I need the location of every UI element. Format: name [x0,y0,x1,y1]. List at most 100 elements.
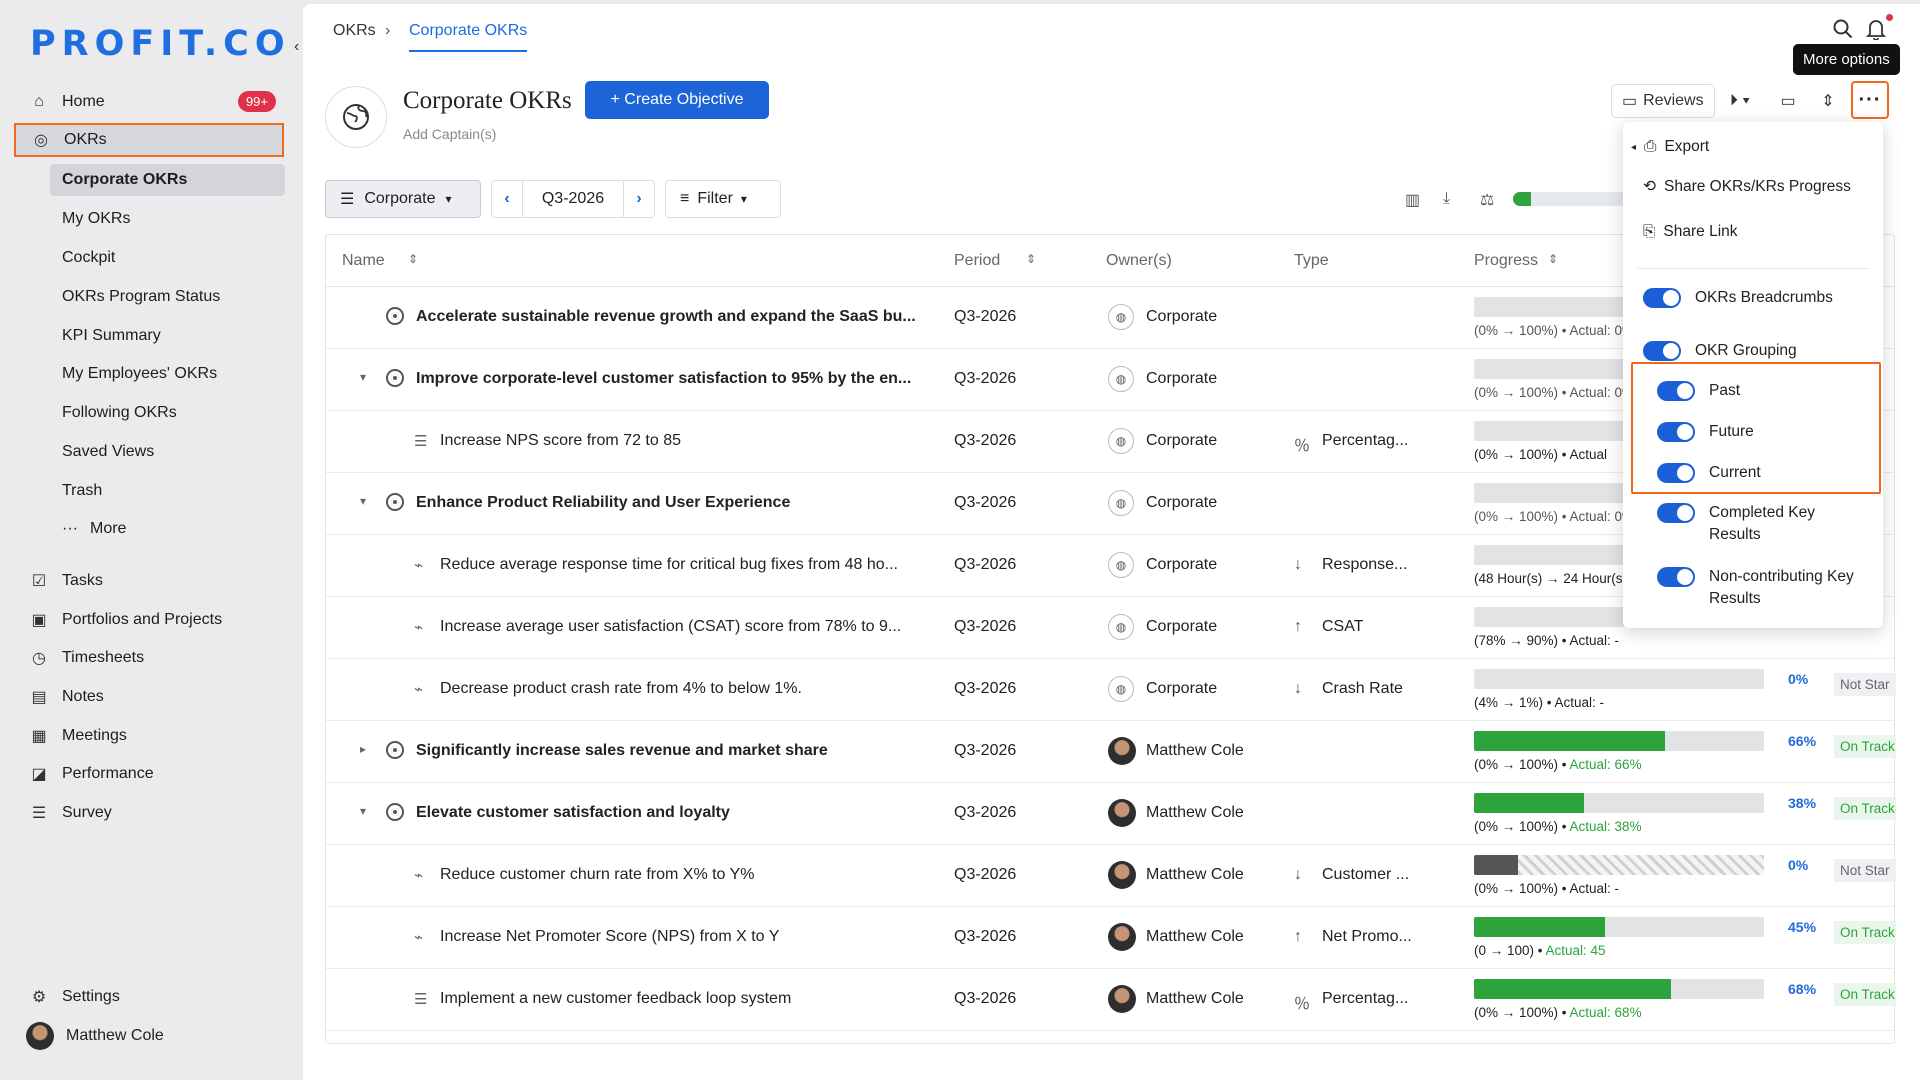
toggle-completed-krs[interactable]: Completed Key Results [1657,502,1867,546]
balance-icon[interactable]: ⚖ [1480,190,1494,210]
okr-name[interactable]: Elevate customer satisfaction and loyalt… [416,804,730,822]
expand-collapse-icon[interactable]: ⇕ [1813,84,1843,118]
okr-name[interactable]: Improve corporate-level customer satisfa… [416,370,911,388]
toggle-noncontributing-krs[interactable]: Non-contributing Key Results [1657,566,1867,610]
table-row[interactable]: ⌁ Increase Net Promoter Score (NPS) from … [326,907,1896,969]
sidebar-item-home[interactable]: ⌂ Home 99+ [14,85,284,119]
sort-icon[interactable]: ⇕ [1548,252,1558,266]
table-row[interactable]: ▾ Elevate customer satisfaction and loyal… [326,783,1896,845]
sidebar-item-okrs[interactable]: ◎ OKRs [14,123,284,157]
caret-down-icon[interactable]: ▾ [360,370,366,384]
col-period[interactable]: Period [954,252,1000,270]
toggle-switch[interactable] [1657,463,1695,483]
filter-button[interactable]: ≡ Filter ▾ [665,180,781,218]
sort-icon[interactable]: ⇕ [408,252,418,266]
okr-owner[interactable]: Corporate [1146,618,1217,636]
sidebar-sub-saved-views[interactable]: Saved Views [50,436,285,468]
target-icon: ◎ [34,132,48,149]
toggle-switch[interactable] [1657,503,1695,523]
user-profile[interactable]: Matthew Cole [26,1022,164,1050]
download-icon[interactable]: ⤓ [1443,190,1450,208]
toggle-okrs-breadcrumbs[interactable]: OKRs Breadcrumbs [1643,287,1873,309]
col-progress[interactable]: Progress [1474,252,1538,270]
period-selector[interactable]: ‹ Q3-2026 › [491,180,655,218]
caret-down-icon[interactable]: ▾ [360,804,366,818]
okr-owner[interactable]: Corporate [1146,432,1217,450]
sidebar-item-portfolios[interactable]: ▣ Portfolios and Projects [14,603,284,637]
sidebar-sub-cockpit[interactable]: Cockpit [50,242,285,274]
breadcrumb-okrs[interactable]: OKRs [333,22,376,40]
bell-icon[interactable] [1863,16,1889,42]
caret-right-icon[interactable]: ▸ [360,742,366,756]
table-row[interactable]: ⌁ Reduce customer churn rate from X% to Y… [326,845,1896,907]
sidebar-item-survey[interactable]: ☰ Survey [14,796,284,830]
sidebar-sub-my-okrs[interactable]: My OKRs [50,203,285,235]
more-options-button[interactable]: ··· [1851,81,1889,119]
toggle-past[interactable]: Past [1657,380,1887,402]
table-row[interactable]: ▸ Significantly increase sales revenue an… [326,721,1896,783]
table-row[interactable]: ☰ Implement a new customer feedback loop … [326,969,1896,1031]
menu-export[interactable]: ◂ ⎙ Export [1631,138,1709,156]
toggle-switch[interactable] [1657,381,1695,401]
view-selector[interactable]: ☰ Corporate ▾ [325,180,481,218]
okr-owner[interactable]: Matthew Cole [1146,928,1244,946]
sidebar-sub-corporate-okrs[interactable]: Corporate OKRs [50,164,285,196]
sort-icon[interactable]: ⇕ [1026,252,1036,266]
caret-down-icon[interactable]: ▾ [360,494,366,508]
col-name[interactable]: Name [342,252,385,270]
sidebar-sub-more[interactable]: ··· More [50,513,285,545]
table-row[interactable]: ⌁ Decrease product crash rate from 4% to … [326,659,1896,721]
okr-owner[interactable]: Corporate [1146,680,1217,698]
collapse-sidebar-icon[interactable]: ‹ [294,38,299,56]
okr-owner[interactable]: Corporate [1146,370,1217,388]
sidebar-sub-kpi-summary[interactable]: KPI Summary [50,320,285,352]
sidebar-sub-employees-okrs[interactable]: My Employees' OKRs [50,358,285,390]
sidebar-item-timesheets[interactable]: ◷ Timesheets [14,641,284,675]
okr-owner[interactable]: Matthew Cole [1146,990,1244,1008]
sidebar-sub-program-status[interactable]: OKRs Program Status [50,281,285,313]
okr-owner[interactable]: Corporate [1146,556,1217,574]
okr-name[interactable]: Reduce average response time for critica… [440,556,898,574]
toggle-current[interactable]: Current [1657,462,1887,484]
sidebar-item-settings[interactable]: ⚙ Settings [14,980,284,1014]
okr-name[interactable]: Increase Net Promoter Score (NPS) from X… [440,928,779,946]
okr-name[interactable]: Enhance Product Reliability and User Exp… [416,494,790,512]
analytics-icon[interactable]: ▥ [1405,190,1420,210]
sidebar-sub-following-okrs[interactable]: Following OKRs [50,397,285,429]
okr-owner[interactable]: Corporate [1146,308,1217,326]
sidebar-item-tasks[interactable]: ☑ Tasks [14,564,284,598]
toggle-switch[interactable] [1657,422,1695,442]
toggle-future[interactable]: Future [1657,421,1887,443]
add-captain-link[interactable]: Add Captain(s) [403,126,496,142]
profit-co-logo[interactable]: PROFIT.CO [30,24,291,64]
okr-owner[interactable]: Corporate [1146,494,1217,512]
okr-owner[interactable]: Matthew Cole [1146,866,1244,884]
sidebar-sub-trash[interactable]: Trash [50,475,285,507]
okr-owner[interactable]: Matthew Cole [1146,804,1244,822]
sidebar-item-meetings[interactable]: ▦ Meetings [14,719,284,753]
search-icon[interactable] [1830,16,1856,42]
reviews-button[interactable]: ▭ Reviews [1611,84,1715,118]
sidebar-item-notes[interactable]: ▤ Notes [14,680,284,714]
toggle-switch[interactable] [1657,567,1695,587]
menu-share-progress[interactable]: ⟲ Share OKRs/KRs Progress [1643,177,1851,196]
okr-name[interactable]: Increase average user satisfaction (CSAT… [440,618,901,636]
menu-share-link[interactable]: ⎘ Share Link [1643,223,1738,241]
toggle-switch[interactable] [1643,341,1681,361]
create-objective-button[interactable]: + Create Objective [585,81,769,119]
okr-name[interactable]: Significantly increase sales revenue and… [416,742,828,760]
okr-name[interactable]: Reduce customer churn rate from X% to Y% [440,866,755,884]
okr-name[interactable]: Decrease product crash rate from 4% to b… [440,680,802,698]
chevron-left-icon[interactable]: ‹ [492,190,522,208]
presentation-icon[interactable]: ▭ [1773,84,1803,118]
okr-owner[interactable]: Matthew Cole [1146,742,1244,760]
okr-name[interactable]: Accelerate sustainable revenue growth an… [416,308,916,326]
okr-name[interactable]: Increase NPS score from 72 to 85 [440,432,681,450]
breadcrumb-current[interactable]: Corporate OKRs [409,22,528,52]
okr-name[interactable]: Implement a new customer feedback loop s… [440,990,791,1008]
play-dropdown-icon[interactable]: ⏵ ▾ [1720,84,1760,118]
chevron-right-icon[interactable]: › [624,190,654,208]
toggle-okr-grouping[interactable]: OKR Grouping [1643,340,1873,362]
toggle-switch[interactable] [1643,288,1681,308]
sidebar-item-performance[interactable]: ◪ Performance [14,757,284,791]
